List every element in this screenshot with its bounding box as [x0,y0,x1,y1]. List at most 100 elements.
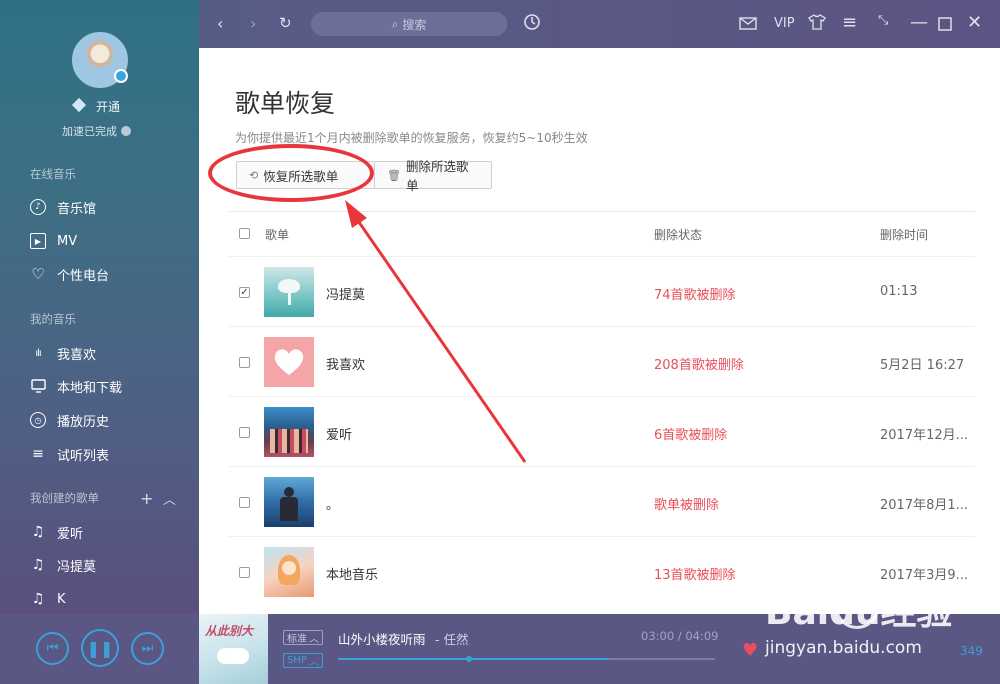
effect-selector[interactable]: SHP ︿ [283,653,323,668]
sidebar-item-label: 试听列表 [57,448,110,464]
row-checkbox[interactable] [239,567,250,578]
mail-icon[interactable] [739,15,757,34]
column-header-name: 歌单 [265,228,290,242]
table-row[interactable]: ✓ 冯提莫 74首歌被删除 01:13 [229,256,975,326]
refresh-icon[interactable]: ↻ [279,14,292,32]
sidebar-item-radio[interactable]: ♡ 个性电台 [30,262,190,286]
row-checkbox[interactable] [239,497,250,508]
delete-status: 13首歌被删除 [654,568,736,583]
table-row[interactable]: 本地音乐 13首歌被删除 2017年3月9... [229,536,975,606]
sidebar-item-label: 爱听 [57,526,84,542]
playlist-cover [264,547,314,597]
now-playing-cover[interactable]: 从此别大 [199,614,268,684]
table-row[interactable]: 爱听 6首歌被删除 2017年12月... [229,396,975,466]
sidebar-item-playlist[interactable]: ♫ 冯提莫 [30,553,190,577]
sidebar-item-local-download[interactable]: 本地和下载 [30,374,190,398]
search-icon: ⌕ [391,16,399,31]
diamond-icon [71,97,87,113]
playlist-icon: ≡ [32,446,44,462]
playlist-name: 我喜欢 [326,358,366,373]
column-header-time: 删除时间 [880,228,929,242]
prev-track-icon[interactable]: ⏮ [36,632,69,665]
chevron-up-icon: ︿ [309,634,319,645]
section-title-online: 在线音乐 [30,167,76,181]
cover-art-lettering: 从此别大 [205,624,254,638]
search-placeholder: 搜索 [402,17,427,32]
song-time: 03:00 / 04:09 [641,629,719,643]
user-badge-icon [114,69,128,83]
playlist-name: 本地音乐 [326,568,379,583]
delete-selected-button[interactable]: 🗑 删除所选歌单 [374,159,492,193]
vip-open-label: 开通 [96,100,121,114]
music-hall-icon: ♪ [30,199,46,215]
quality-selector[interactable]: 标准 ︿ [283,630,323,645]
table-row[interactable]: 。 歌单被删除 2017年8月1... [229,466,975,536]
sidebar-item-label: 我喜欢 [57,347,97,363]
select-all-checkbox[interactable] [239,228,250,239]
delete-status: 歌单被删除 [654,498,720,513]
sidebar-item-mv[interactable]: ▶ MV [30,229,190,253]
speed-status: 加速已完成 [62,123,131,139]
trash-icon: 🗑 [387,168,401,182]
page-title: 歌单恢复 [235,89,336,118]
pause-icon[interactable]: ❚❚ [81,629,119,667]
sidebar-item-label: 冯提莫 [57,559,97,575]
quality-label: 标准 [287,634,307,645]
sidebar-item-label: MV [57,233,78,249]
sidebar-item-music-hall[interactable]: ♪ 音乐馆 [30,195,190,219]
restore-selected-button[interactable]: ⟲ 恢复所选歌单 [236,161,375,189]
close-icon[interactable]: ✕ [967,12,982,33]
sidebar-item-label: 个性电台 [57,268,110,284]
playlist-count[interactable]: 349 [960,644,983,658]
mv-play-icon: ▶ [30,233,46,249]
row-checkbox[interactable] [239,427,250,438]
playlist-name: 爱听 [326,428,353,443]
delete-time: 2017年3月9... [880,568,969,583]
sidebar-item-playlist[interactable]: ♫ 爱听 [30,520,190,544]
minimize-icon[interactable]: — [910,12,928,33]
heart-radio-icon: ♡ [31,265,45,283]
sidebar-item-history[interactable]: ◷ 播放历史 [30,408,190,432]
music-note-icon: ♫ [31,524,45,540]
delete-button-label: 删除所选歌单 [405,159,469,193]
next-track-icon[interactable]: ⏭ [131,632,164,665]
row-checkbox[interactable] [239,357,250,368]
recognize-icon[interactable] [523,13,541,35]
playlist-name: 。 [326,498,340,513]
maximize-icon[interactable] [938,16,952,35]
sidebar-item-label: 音乐馆 [57,201,97,217]
cover-cloud [217,648,249,664]
search-input[interactable]: ⌕ 搜索 [311,12,507,36]
row-checkbox[interactable]: ✓ [239,287,250,298]
forward-icon[interactable]: › [250,14,256,33]
chevron-up-icon: ︿ [308,657,319,668]
sidebar-item-label: 本地和下载 [57,380,123,396]
section-title-created: 我创建的歌单 [30,491,99,505]
progress-handle[interactable] [466,656,472,662]
vip-open-link[interactable]: 开通 [71,97,154,114]
menu-icon[interactable]: ≡ [842,12,857,33]
delete-time: 5月2日 16:27 [880,358,965,373]
song-title[interactable]: 山外小楼夜听雨 [338,629,426,648]
sidebar-item-trial-list[interactable]: ≡ 试听列表 [30,442,190,466]
delete-time: 01:13 [880,284,918,299]
table-row[interactable]: 我喜欢 208首歌被删除 5月2日 16:27 [229,326,975,396]
playlist-cover [264,267,314,317]
sidebar: 开通 加速已完成 在线音乐 ♪ 音乐馆 ▶ MV ♡ 个性电台 我的音乐 ılı… [0,0,199,614]
sidebar-item-playlist[interactable]: ♫ K [30,587,190,611]
vip-button[interactable]: VIP [774,16,795,31]
mini-mode-icon[interactable]: ⤡ [878,13,888,28]
add-playlist-icon[interactable]: + [140,489,153,508]
sidebar-item-favorites[interactable]: ılı 我喜欢 [30,341,190,365]
playlist-name: 冯提莫 [326,288,366,303]
delete-status: 208首歌被删除 [654,358,744,373]
chevron-up-icon[interactable]: ︿ [163,489,176,508]
back-icon[interactable]: ‹ [217,14,223,33]
progress-bar[interactable] [338,656,715,662]
song-artist[interactable]: - 任然 [435,629,468,648]
skin-shirt-icon[interactable] [808,14,826,34]
progress-fill [338,658,610,660]
bars-icon: ılı [35,347,41,359]
like-heart-icon[interactable]: ♥ [742,640,758,661]
restore-clock-icon: ⟲ [249,168,259,182]
